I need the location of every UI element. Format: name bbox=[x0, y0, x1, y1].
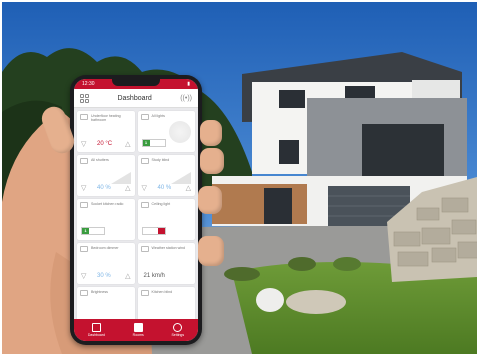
tile-value: 40 % bbox=[157, 185, 172, 191]
increase-button[interactable]: △ bbox=[125, 272, 130, 280]
phone-notch bbox=[112, 79, 160, 86]
decrease-button[interactable]: ▽ bbox=[81, 184, 86, 192]
nav-label: Dashboard bbox=[87, 333, 105, 337]
tile-label: Ceiling light bbox=[151, 202, 171, 206]
tile-bedroom-dimmer[interactable]: Bedroom dimmer ▽ 30 % △ bbox=[77, 243, 135, 284]
tile-ceiling-light[interactable]: Ceiling light 0 bbox=[137, 199, 195, 240]
smart-home-photo: 12:30 ▮ Dashboard ((•)) Underfloor heati… bbox=[2, 2, 477, 354]
nav-label: Rooms bbox=[132, 333, 144, 337]
blind-icon bbox=[140, 290, 149, 296]
tile-value: 21 km/h bbox=[143, 273, 165, 279]
connection-icon[interactable]: ((•)) bbox=[180, 95, 192, 102]
finger bbox=[198, 186, 222, 214]
finger bbox=[200, 148, 224, 174]
socket-toggle[interactable]: 1 bbox=[81, 227, 105, 235]
tile-label: All lights bbox=[151, 114, 165, 118]
tile-all-shutters[interactable]: All shutters ▽ 40 % △ bbox=[77, 155, 135, 196]
house-icon bbox=[133, 323, 143, 332]
light-toggle[interactable]: 1 bbox=[141, 139, 166, 147]
tile-all-lights[interactable]: All lights 1 bbox=[137, 111, 195, 152]
socket-icon bbox=[80, 202, 88, 208]
tile-label: Study blind bbox=[151, 158, 170, 162]
phone-screen: 12:30 ▮ Dashboard ((•)) Underfloor heati… bbox=[74, 79, 198, 341]
tile-label: Kitchen blind bbox=[151, 290, 173, 294]
wind-icon bbox=[140, 246, 149, 252]
decrease-button[interactable]: ▽ bbox=[142, 184, 147, 192]
nav-label: Settings bbox=[171, 333, 185, 337]
smartphone: 12:30 ▮ Dashboard ((•)) Underfloor heati… bbox=[70, 75, 202, 345]
nav-dashboard[interactable]: Dashboard bbox=[88, 323, 105, 337]
increase-button[interactable]: △ bbox=[125, 140, 130, 148]
dimmer-icon bbox=[80, 246, 88, 252]
nav-settings[interactable]: Settings bbox=[171, 323, 184, 337]
ceiling-light-icon bbox=[140, 202, 149, 208]
ceiling-light-toggle[interactable]: 0 bbox=[141, 227, 166, 235]
decrease-button[interactable]: ▽ bbox=[81, 272, 86, 280]
level-wedge bbox=[110, 172, 131, 184]
tile-label: Bedroom dimmer bbox=[91, 246, 119, 250]
tile-label: Weather station wind bbox=[151, 246, 186, 250]
status-time: 12:30 bbox=[82, 81, 95, 87]
finger bbox=[200, 120, 222, 146]
light-icon bbox=[140, 114, 149, 120]
blind-icon bbox=[140, 158, 149, 164]
tile-weather-wind: Weather station wind 21 km/h bbox=[137, 243, 195, 284]
sun-icon bbox=[80, 290, 88, 296]
heating-icon bbox=[80, 114, 88, 120]
increase-button[interactable]: △ bbox=[186, 184, 191, 192]
tile-label: Underfloor heating bathroom bbox=[91, 114, 121, 122]
tile-underfloor-heating[interactable]: Underfloor heating bathroom ▽ 20 °C △ bbox=[77, 111, 135, 152]
nav-rooms[interactable]: Rooms bbox=[133, 323, 144, 337]
tile-socket-kitchen-radio[interactable]: Socket kitchen radio 1 bbox=[77, 199, 135, 240]
decrease-button[interactable]: ▽ bbox=[81, 140, 86, 148]
shutter-icon bbox=[80, 158, 88, 164]
toggle-value: 0 bbox=[157, 228, 165, 234]
tile-label: Socket kitchen radio bbox=[91, 202, 124, 206]
bulb-graphic bbox=[169, 121, 191, 143]
increase-button[interactable]: △ bbox=[125, 184, 130, 192]
gear-icon bbox=[173, 323, 183, 332]
tile-value: 20 °C bbox=[97, 141, 113, 147]
app-header: Dashboard ((•)) bbox=[74, 89, 198, 108]
toggle-value: 1 bbox=[142, 140, 150, 146]
tile-label: All shutters bbox=[91, 158, 109, 162]
toggle-value: 1 bbox=[82, 228, 89, 234]
tile-value: 30 % bbox=[97, 273, 111, 279]
finger bbox=[198, 236, 224, 266]
tile-label: Brightness bbox=[91, 290, 108, 294]
page-title: Dashboard bbox=[117, 94, 152, 102]
grid-icon bbox=[91, 323, 101, 332]
tile-value: 40 % bbox=[97, 185, 111, 191]
tile-study-blind[interactable]: Study blind ▽ 40 % △ bbox=[137, 155, 195, 196]
menu-grid-icon[interactable] bbox=[80, 93, 89, 103]
battery-icon: ▮ bbox=[187, 81, 190, 87]
bottom-nav: Dashboard Rooms Settings bbox=[74, 319, 198, 341]
dashboard-tiles: Underfloor heating bathroom ▽ 20 °C △ Al… bbox=[74, 108, 198, 331]
level-wedge bbox=[171, 172, 191, 184]
